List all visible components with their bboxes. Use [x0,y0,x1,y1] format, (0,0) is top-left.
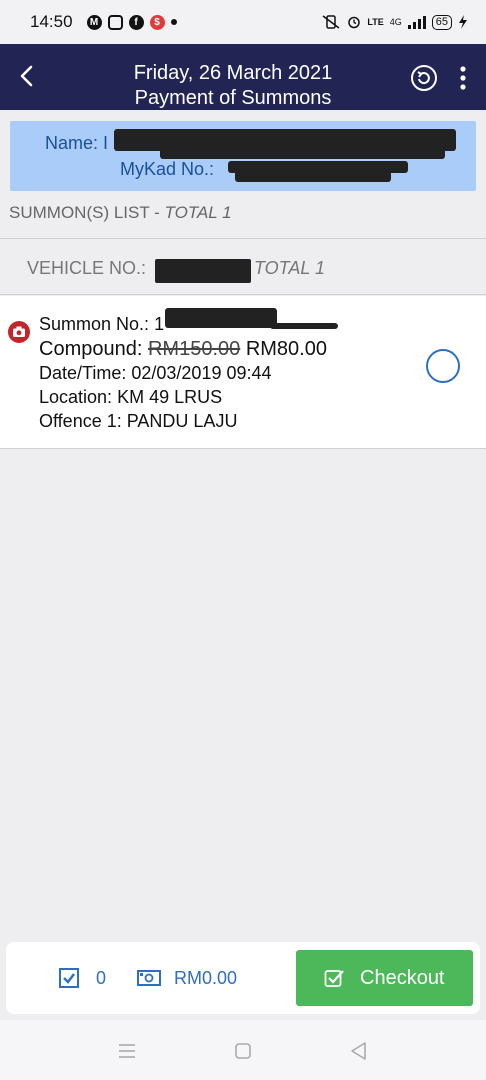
status-bar: 14:50 M f $ LTE 4G 65 [0,0,486,44]
discounted-amount: RM80.00 [245,338,327,360]
checkbox-icon [59,968,79,988]
datetime-label: Date/Time: [39,363,127,383]
total-amount: RM0.00 [174,968,238,988]
offence-value: PANDU LAJU [126,411,238,431]
signal-icon [407,15,426,29]
select-radio-button[interactable] [426,349,460,383]
summon-number-line: Summon No.: 1 [39,314,164,335]
status-time: 14:50 [30,12,73,31]
checkout-button[interactable]: Checkout [296,950,473,1006]
header-title-block: Friday, 26 March 2021 Payment of Summons [60,61,406,111]
name-label: Name: I [45,133,109,153]
back-nav-icon[interactable] [348,1040,370,1062]
facebook-icon: f [128,14,144,30]
summons-list-title: SUMMON(S) LIST - TOTAL 1 [9,203,232,223]
location-value: KM 49 LRUS [117,387,223,407]
checkout-bar: 0 RM0.00 Checkout [6,942,480,1014]
battery-icon: 65 [431,14,452,30]
selected-count: 0 [96,968,107,988]
dollar-icon: $ [149,14,165,30]
location-line: Location: KM 49 LRUS [39,387,222,408]
alarm-icon [348,16,361,29]
charging-icon [459,15,467,29]
checkout-check-icon [324,970,344,987]
divider [0,448,486,449]
recent-apps-icon[interactable] [116,1040,138,1062]
money-icon [137,970,161,986]
compound-label: Compound: [39,338,143,360]
datetime-line: Date/Time: 02/03/2019 09:44 [39,363,272,384]
list-total: TOTAL 1 [164,203,232,222]
system-nav-bar [0,1020,486,1080]
app-header: Friday, 26 March 2021 Payment of Summons [0,44,486,110]
vibrate-off-icon [322,15,340,29]
camera-icon [8,321,30,343]
home-icon[interactable] [232,1040,254,1062]
location-label: Location: [39,387,113,407]
summon-number-redaction-2 [270,323,338,329]
status-system-icons: LTE 4G 65 [321,14,468,30]
messenger-icon [107,14,123,30]
divider [0,294,486,295]
compound-line: Compound: RM150.00 RM80.00 [39,338,327,361]
network-type-indicator: 4G [389,17,402,27]
summon-number: 1 [154,314,165,334]
name-redaction-2 [160,147,445,159]
mykad-label: MyKad No.: [120,159,215,179]
offence-label: Offence 1: [39,411,122,431]
header-title: Payment of Summons [134,87,332,109]
list-title-separator: - [149,203,165,222]
header-date: Friday, 26 March 2021 [133,62,333,84]
more-options-icon[interactable] [455,64,471,92]
volte-indicator: LTE [367,17,384,27]
refresh-icon[interactable] [410,64,438,92]
datetime-value: 02/03/2019 09:44 [131,363,272,383]
vehicle-label: VEHICLE NO.: [27,258,147,278]
vehicle-total: TOTAL 1 [254,258,326,278]
offence-line: Offence 1: PANDU LAJU [39,411,237,432]
mykad-redaction-2 [235,171,391,182]
checkout-label: Checkout [360,967,445,989]
more-notifications-dot-icon [170,19,177,25]
summon-number-label: Summon No.: [39,314,150,334]
summon-list-item[interactable]: Summon No.: 1 Compound: RM150.00 RM80.00… [0,296,486,448]
profile-card: Name: I MyKad No.: [10,121,476,191]
vehicle-number-redaction [155,259,251,283]
list-title-label: SUMMON(S) LIST [9,203,150,222]
status-notification-icons: M f $ [86,14,177,30]
mail-icon: M [86,14,102,30]
original-amount: RM150.00 [147,338,241,360]
divider [0,238,486,239]
summon-number-redaction [165,308,277,328]
back-arrow-icon[interactable] [14,62,42,90]
